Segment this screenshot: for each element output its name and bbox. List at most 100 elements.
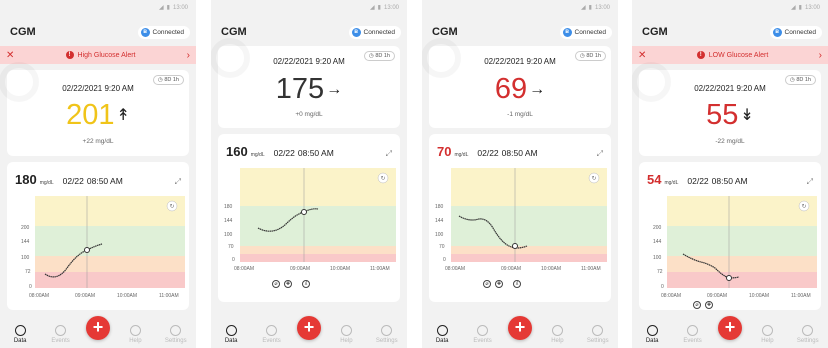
chart-unit: mg/dL	[39, 180, 54, 186]
chevron-right-icon[interactable]: ›	[819, 50, 822, 61]
add-event-button[interactable]: +	[86, 316, 110, 340]
drop-icon	[436, 325, 448, 336]
insulin-icon[interactable]: ✚	[284, 280, 292, 288]
insulin-icon[interactable]: ✚	[705, 301, 713, 309]
nav-settings[interactable]: Settings	[372, 325, 402, 344]
connection-badge[interactable]: ʙ Connected	[559, 25, 612, 39]
nav-data[interactable]: Data	[5, 325, 35, 344]
nav-label: Data	[645, 338, 659, 344]
status-time: 13:00	[804, 4, 820, 11]
close-icon[interactable]: ✕	[6, 50, 14, 61]
glucose-chart: ↻ 180 144 100 70 0 08:00AM 09:00AM 10:00…	[435, 168, 607, 272]
heart-icon	[551, 325, 563, 336]
status-time: 13:00	[594, 4, 610, 11]
nav-settings[interactable]: Settings	[161, 325, 191, 344]
event-markers: ⌀ ✚	[693, 301, 713, 309]
exercise-icon[interactable]: ʎ	[513, 280, 521, 288]
nav-events[interactable]: Events	[257, 325, 287, 344]
nav-events[interactable]: Events	[46, 325, 76, 344]
nav-settings[interactable]: Settings	[583, 325, 613, 344]
nav-help[interactable]: Help	[752, 325, 782, 344]
glucose-chart: ↻ 200 144 100 72 0 08:00AM 09:00AM 10:00…	[21, 196, 185, 299]
alert-text: High Glucose Alert	[77, 51, 136, 59]
nav-help[interactable]: Help	[120, 325, 150, 344]
status-time: 13:00	[383, 4, 399, 11]
nav-data[interactable]: Data	[427, 325, 457, 344]
nav-label: Settings	[375, 338, 398, 344]
glucose-delta: +0 mg/dL	[295, 111, 323, 118]
nav-data[interactable]: Data	[216, 325, 246, 344]
alert-banner[interactable]: ✕ ! High Glucose Alert ›	[0, 46, 196, 64]
reset-icon[interactable]: ↻	[381, 176, 386, 182]
events-icon	[55, 325, 67, 336]
food-icon[interactable]: ⌀	[693, 301, 701, 309]
reset-icon[interactable]: ↻	[802, 204, 807, 210]
food-icon[interactable]: ⌀	[483, 280, 491, 288]
add-event-button[interactable]: +	[718, 316, 742, 340]
nav-help[interactable]: Help	[331, 325, 361, 344]
close-icon[interactable]: ✕	[638, 50, 646, 61]
connection-badge[interactable]: ʙ Connected	[348, 25, 401, 39]
battery-icon: ▮	[798, 5, 802, 11]
settings-icon	[170, 325, 182, 336]
y-tick: 144	[653, 239, 662, 245]
connection-badge[interactable]: ʙ Connected	[137, 25, 190, 39]
nav-label: Help	[129, 338, 142, 344]
glucose-delta: -22 mg/dL	[715, 138, 745, 145]
nav-label: Settings	[164, 338, 187, 344]
exercise-icon[interactable]: ʎ	[302, 280, 310, 288]
alert-banner[interactable]: ✕ ! LOW Glucose Alert ›	[632, 46, 828, 64]
y-tick: 0	[443, 257, 446, 263]
add-event-button[interactable]: +	[508, 316, 532, 340]
expand-icon[interactable]: ⤢	[807, 177, 813, 187]
y-tick: 200	[21, 225, 30, 231]
event-markers: ⌀ ✚ ʎ	[272, 280, 310, 288]
drop-icon	[225, 325, 237, 336]
expand-icon[interactable]: ⤢	[597, 149, 603, 159]
x-tick: 11:00AM	[791, 293, 811, 299]
nav-label: Settings	[586, 338, 609, 344]
drop-icon	[646, 325, 658, 336]
x-tick: 08:00AM	[234, 266, 254, 272]
heart-icon	[340, 325, 352, 336]
chart-header: 70 mg/dL 02/22 08:50 AM ⤢	[437, 144, 603, 159]
logo-watermark	[0, 62, 39, 102]
battery-icon: ▮	[588, 5, 592, 11]
nav-help[interactable]: Help	[542, 325, 572, 344]
expand-icon[interactable]: ⤢	[175, 177, 181, 187]
chevron-right-icon[interactable]: ›	[187, 50, 190, 61]
chart-unit: mg/dL	[454, 152, 469, 158]
y-tick: 144	[21, 239, 30, 245]
reset-icon[interactable]: ↻	[170, 204, 175, 210]
events-icon	[687, 325, 699, 336]
connection-badge[interactable]: ʙ Connected	[769, 25, 822, 39]
nav-events[interactable]: Events	[468, 325, 498, 344]
sensor-timer-label: 8D 1h	[164, 77, 179, 83]
chart-date: 02/22	[273, 148, 295, 158]
x-tick: 09:00AM	[75, 293, 95, 299]
nav-label: Events	[683, 338, 702, 344]
app-bar: CGM ʙ Connected	[632, 22, 828, 42]
app-bar: CGM ʙ Connected	[0, 22, 196, 42]
x-tick: 09:00AM	[290, 266, 310, 272]
nav-data[interactable]: Data	[637, 325, 667, 344]
phone-screen-3: ◢ ▮ 13:00 CGM ʙ Connected ◷ 8D 1h 02/22/202…	[422, 0, 618, 348]
food-icon[interactable]: ⌀	[272, 280, 280, 288]
chart-time: 08:50 AM	[711, 176, 748, 186]
bluetooth-icon: ʙ	[140, 27, 150, 37]
add-event-button[interactable]: +	[297, 316, 321, 340]
expand-icon[interactable]: ⤢	[386, 149, 392, 159]
signal-icon: ◢	[370, 5, 375, 11]
insulin-icon[interactable]: ✚	[495, 280, 503, 288]
chart-header: 160 mg/dL 02/22 08:50 AM ⤢	[226, 144, 392, 159]
nav-settings[interactable]: Settings	[793, 325, 823, 344]
reset-icon[interactable]: ↻	[592, 176, 597, 182]
connection-label: Connected	[574, 28, 606, 36]
nav-label: Help	[761, 338, 774, 344]
screens-row: ◢ ▮ 13:00 CGM ʙ Connected ✕ ! High Glucose A…	[0, 0, 828, 348]
reading-date: 02/22/2021 9:20 AM	[694, 84, 766, 93]
nav-events[interactable]: Events	[678, 325, 708, 344]
status-bar: ◢ ▮ 13:00	[581, 4, 610, 12]
chart-header: 54 mg/dL 02/22 08:50 AM ⤢	[647, 172, 813, 187]
glucose-chart: ↻ 180 144 100 70 0 08:00AM 09:00AM 10:00…	[224, 168, 396, 272]
